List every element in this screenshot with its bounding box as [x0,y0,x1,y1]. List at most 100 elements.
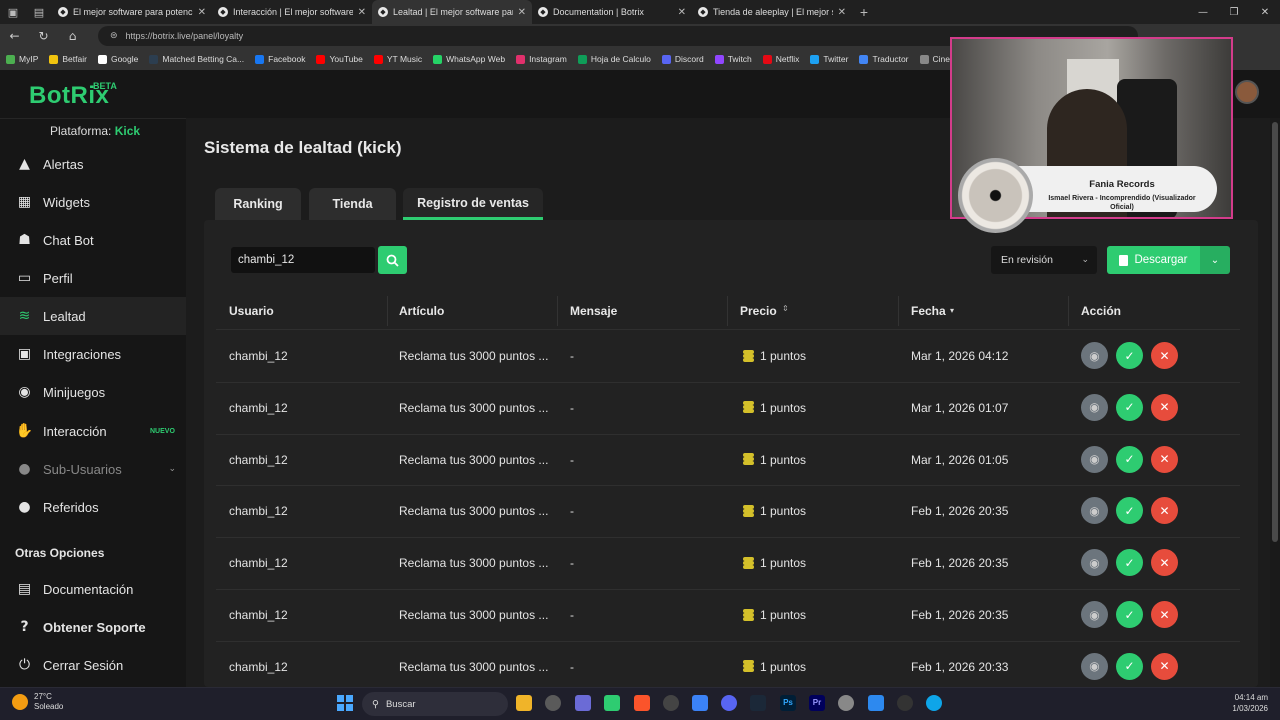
sidebar-item-widgets[interactable]: ▦ Widgets [0,183,186,221]
reject-button[interactable]: ✕ [1151,549,1178,577]
browser-tab[interactable]: ◆ El mejor software para potenciar ✕ [52,0,212,24]
weather-widget[interactable]: 27°C Soleado [12,692,63,712]
close-tab-icon[interactable]: ✕ [518,7,526,18]
bookmark-item[interactable]: Discord [661,54,704,64]
bookmark-item[interactable]: Matched Betting Ca... [149,54,244,64]
maximize-window-icon[interactable]: ❐ [1219,0,1249,24]
steam-icon[interactable] [750,695,766,711]
app-icon[interactable] [663,695,679,711]
minimize-window-icon[interactable]: — [1188,0,1218,24]
sidebar-item-alertas[interactable]: ▲ Alertas [0,145,186,183]
file-explorer-icon[interactable] [516,695,532,711]
bookmark-item[interactable]: Betfair [49,54,87,64]
reject-button[interactable]: ✕ [1151,393,1178,421]
bookmark-item[interactable]: WhatsApp Web [433,54,505,64]
site-info-icon[interactable]: ⊜ [110,31,118,41]
view-button[interactable]: ◉ [1081,497,1108,525]
reject-button[interactable]: ✕ [1151,652,1178,680]
app-icon[interactable] [604,695,620,711]
edge-icon[interactable] [926,695,942,711]
bookmark-item[interactable]: MyIP [6,54,38,64]
windows-start-icon[interactable] [337,695,353,711]
close-window-icon[interactable]: ✕ [1250,0,1280,24]
bookmark-item[interactable]: YT Music [373,54,422,64]
settings-icon[interactable] [838,695,854,711]
bookmark-item[interactable]: Google [97,54,138,64]
taskbar-search[interactable]: ⚲ Buscar [362,692,508,716]
reject-button[interactable]: ✕ [1151,601,1178,628]
tab-tienda[interactable]: Tienda [309,188,396,220]
browser-tab[interactable]: ◆ Tienda de aleeplay | El mejor softw ✕ [692,0,852,24]
approve-button[interactable]: ✓ [1116,549,1143,577]
bookmark-item[interactable]: YouTube [316,54,363,64]
sidebar-item-cerrar-sesion[interactable]: ⏻ Cerrar Sesión [0,646,186,684]
browser-tab[interactable]: ◆ Documentation | Botrix ✕ [532,0,692,24]
view-button[interactable]: ◉ [1081,549,1108,577]
tab-ranking[interactable]: Ranking [215,188,301,220]
back-icon[interactable]: ← [0,24,29,48]
status-select[interactable]: En revisión ⌄ [991,246,1097,274]
sidebar-item-chat-bot[interactable]: ☗ Chat Bot [0,221,186,259]
sidebar-item-sub-usuarios[interactable]: ● Sub-Usuarios ⌄ [0,450,186,488]
browser-tab-active[interactable]: ◆ Lealtad | El mejor software para p ✕ [372,0,532,24]
approve-button[interactable]: ✓ [1116,393,1143,421]
approve-button[interactable]: ✓ [1116,601,1143,628]
bookmark-item[interactable]: Twitter [810,54,848,64]
reject-button[interactable]: ✕ [1151,497,1178,525]
media-player-icon[interactable] [897,695,913,711]
download-options-button[interactable]: ⌄ [1200,246,1230,274]
view-button[interactable]: ◉ [1081,652,1108,680]
sidebar-item-interaccion[interactable]: ✋ Interacción NUEVO [0,412,186,450]
sidebar-item-perfil[interactable]: ▭ Perfil [0,259,186,297]
sidebar-item-documentacion[interactable]: ▤ Documentación [0,570,186,608]
sidebar-item-lealtad[interactable]: ≋ Lealtad [0,297,186,335]
close-tab-icon[interactable]: ✕ [198,7,206,18]
photoshop-icon[interactable]: Ps [780,695,796,711]
bookmark-item[interactable]: Hoja de Calculo [577,54,651,64]
column-header-precio[interactable]: Precio [740,304,777,318]
bookmark-item[interactable]: Facebook [255,54,305,64]
approve-button[interactable]: ✓ [1116,497,1143,525]
home-icon[interactable]: ⌂ [58,24,87,48]
bookmark-item[interactable]: Instagram [516,54,567,64]
close-tab-icon[interactable]: ✕ [838,7,846,18]
sort-icon[interactable]: ⇕ [782,304,789,313]
sidebar-item-minijuegos[interactable]: ◉ Minijuegos [0,373,186,411]
notepad-icon[interactable] [868,695,884,711]
system-clock[interactable]: 04:14 am 1/03/2026 [1232,692,1268,714]
bookmark-item[interactable]: Twitch [714,54,752,64]
reject-button[interactable]: ✕ [1151,445,1178,473]
premiere-icon[interactable]: Pr [809,695,825,711]
app-icon[interactable] [545,695,561,711]
brave-icon[interactable] [634,695,650,711]
search-input[interactable]: chambi_12 [231,247,375,273]
approve-button[interactable]: ✓ [1116,342,1143,369]
sidebar-item-integraciones[interactable]: ▣ Integraciones [0,335,186,373]
calculator-icon[interactable] [692,695,708,711]
discord-icon[interactable] [721,695,737,711]
sort-desc-icon[interactable]: ▾ [950,306,954,315]
view-button[interactable]: ◉ [1081,445,1108,473]
bookmark-item[interactable]: Netflix [762,54,799,64]
bookmark-item[interactable]: Traductor [859,54,909,64]
browser-tab[interactable]: ◆ Interacción | El mejor software pa ✕ [212,0,372,24]
approve-button[interactable]: ✓ [1116,652,1143,680]
tab-actions-icon[interactable]: ▣ [0,0,26,24]
reject-button[interactable]: ✕ [1151,342,1178,369]
view-button[interactable]: ◉ [1081,601,1108,628]
sidebar-item-referidos[interactable]: ● Referidos [0,488,186,526]
user-avatar[interactable] [1235,80,1259,104]
reload-icon[interactable]: ↻ [29,24,58,48]
sidebar-item-soporte[interactable]: ? Obtener Soporte [0,608,186,646]
scrollbar-thumb[interactable] [1272,122,1278,542]
app-icon[interactable] [575,695,591,711]
new-tab-icon[interactable]: + [852,4,876,20]
download-button[interactable]: Descargar [1107,246,1200,274]
close-tab-icon[interactable]: ✕ [358,7,366,18]
view-button[interactable]: ◉ [1081,393,1108,421]
view-button[interactable]: ◉ [1081,342,1108,369]
column-header-fecha[interactable]: Fecha [911,304,946,318]
tab-registro-ventas[interactable]: Registro de ventas [403,188,543,220]
close-tab-icon[interactable]: ✕ [678,7,686,18]
search-button[interactable] [378,246,407,274]
